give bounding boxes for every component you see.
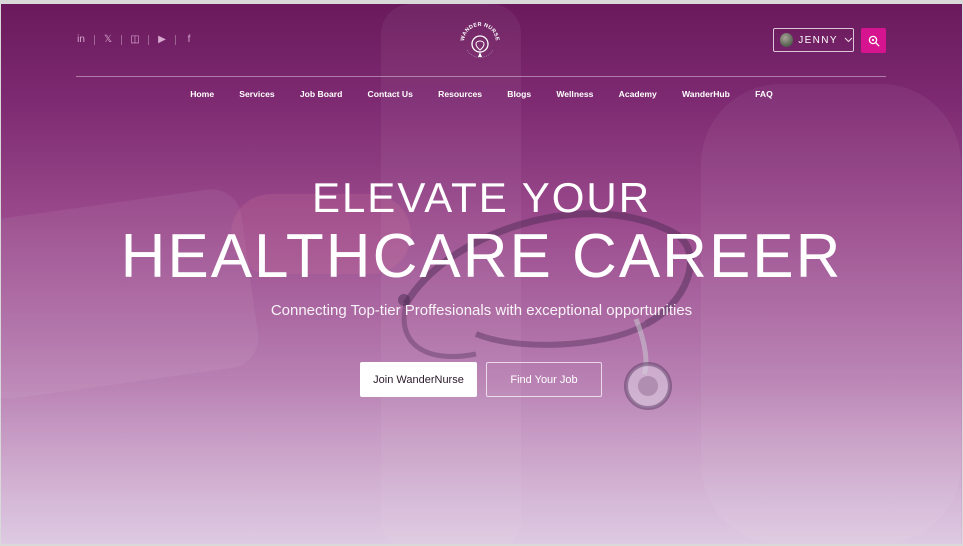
- join-wandernurse-button[interactable]: Join WanderNurse: [360, 362, 477, 397]
- nav-item-home[interactable]: Home: [190, 89, 214, 99]
- svg-text:WANDER NURSE: WANDER NURSE: [460, 22, 500, 42]
- divider: [175, 35, 176, 45]
- main-nav: Home Services Job Board Contact Us Resou…: [1, 89, 962, 99]
- social-links: in 𝕏 ◫ ▶ f: [75, 34, 195, 46]
- search-icon: [868, 35, 879, 46]
- avatar: [780, 33, 794, 47]
- nav-item-faq[interactable]: FAQ: [755, 89, 773, 99]
- user-menu[interactable]: JENNY: [773, 28, 854, 52]
- nav-item-contact-us[interactable]: Contact Us: [368, 89, 413, 99]
- logo-wordmark: WANDER NURSE: [460, 22, 500, 42]
- divider: [94, 35, 95, 45]
- hero-section: in 𝕏 ◫ ▶ f WANDER NURSE JENNY Home Servi…: [1, 4, 962, 544]
- wandernurse-logo[interactable]: WANDER NURSE: [458, 20, 502, 64]
- hero-title-line-2: HEALTHCARE CAREER: [120, 222, 843, 291]
- instagram-icon[interactable]: ◫: [129, 34, 141, 46]
- nav-item-resources[interactable]: Resources: [438, 89, 482, 99]
- nav-item-services[interactable]: Services: [239, 89, 274, 99]
- divider: [121, 35, 122, 45]
- nav-item-wellness[interactable]: Wellness: [556, 89, 593, 99]
- chevron-down-icon: [844, 35, 853, 45]
- youtube-icon[interactable]: ▶: [156, 34, 168, 46]
- nav-item-wanderhub[interactable]: WanderHub: [682, 89, 730, 99]
- linkedin-icon[interactable]: in: [75, 34, 87, 46]
- search-button[interactable]: [861, 28, 886, 53]
- nav-item-blogs[interactable]: Blogs: [507, 89, 531, 99]
- find-your-job-button[interactable]: Find Your Job: [486, 362, 602, 397]
- x-twitter-icon[interactable]: 𝕏: [102, 34, 114, 46]
- header-divider: [76, 76, 886, 77]
- top-bar: in 𝕏 ◫ ▶ f WANDER NURSE JENNY: [1, 4, 962, 76]
- hero-title-line-1: ELEVATE YOUR: [311, 174, 652, 221]
- divider: [148, 35, 149, 45]
- user-name: JENNY: [798, 34, 838, 46]
- hero-subtitle: Connecting Top-tier Proffesionals with e…: [270, 302, 693, 319]
- facebook-icon[interactable]: f: [183, 34, 195, 46]
- nav-item-academy[interactable]: Academy: [619, 89, 657, 99]
- nav-item-job-board[interactable]: Job Board: [300, 89, 343, 99]
